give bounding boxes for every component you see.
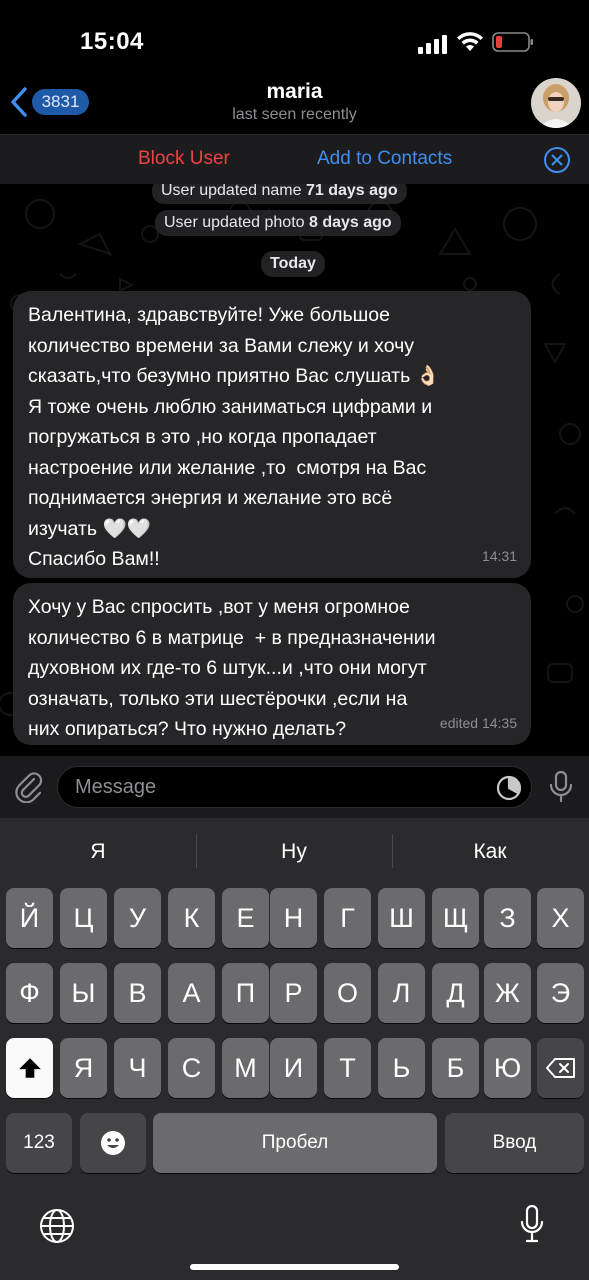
wifi-icon xyxy=(457,32,483,51)
message-bubble[interactable]: Хочу у Вас спросить ,вот у меня огромное… xyxy=(13,583,531,745)
backspace-icon xyxy=(545,1058,575,1078)
key[interactable]: Т xyxy=(324,1038,371,1098)
sticker-clock-icon[interactable] xyxy=(494,773,524,803)
key[interactable]: Я xyxy=(60,1038,107,1098)
backspace-key[interactable] xyxy=(537,1038,584,1098)
message-bubble[interactable]: Валентина, здравствуйте! Уже большое кол… xyxy=(13,291,531,578)
key[interactable]: Х xyxy=(537,888,584,948)
block-user-button[interactable]: Block User xyxy=(138,148,230,170)
status-time: 15:04 xyxy=(80,28,144,55)
chat-header: 3831 maria last seen recently xyxy=(0,72,589,134)
key[interactable]: С xyxy=(168,1038,215,1098)
key[interactable]: П xyxy=(222,963,269,1023)
add-to-contacts-button[interactable]: Add to Contacts xyxy=(317,148,452,170)
emoji-icon xyxy=(101,1131,125,1155)
message-input-bar: Message xyxy=(0,756,589,818)
key[interactable]: Е xyxy=(222,888,269,948)
key[interactable]: Ь xyxy=(378,1038,425,1098)
key[interactable]: Щ xyxy=(432,888,479,948)
service-message: User updated name 71 days ago xyxy=(152,184,407,204)
shift-key[interactable] xyxy=(6,1038,53,1098)
key[interactable]: Й xyxy=(6,888,53,948)
globe-icon[interactable] xyxy=(38,1207,76,1245)
key[interactable]: З xyxy=(484,888,531,948)
key[interactable]: Ж xyxy=(484,963,531,1023)
emoji-key[interactable] xyxy=(80,1113,146,1173)
suggestion-item[interactable]: Как xyxy=(392,840,588,864)
chat-title[interactable]: maria xyxy=(0,80,589,104)
key[interactable]: Ш xyxy=(378,888,425,948)
key[interactable]: Г xyxy=(324,888,371,948)
message-time: edited 14:35 xyxy=(439,714,517,731)
space-key[interactable]: Пробел xyxy=(153,1113,437,1173)
keyboard: Я Ну Как Й Ц У К Е Н Г Ш Щ З Х Ф Ы В А П… xyxy=(0,818,589,1280)
avatar[interactable] xyxy=(531,78,581,128)
shift-icon xyxy=(18,1058,41,1078)
return-key[interactable]: Ввод xyxy=(445,1113,584,1173)
status-bar: 15:04 xyxy=(0,0,589,78)
key[interactable]: К xyxy=(168,888,215,948)
service-message: User updated photo 8 days ago xyxy=(155,210,401,236)
paperclip-icon[interactable] xyxy=(13,771,45,803)
key[interactable]: Д xyxy=(432,963,479,1023)
key[interactable]: Н xyxy=(270,888,317,948)
key[interactable]: Ю xyxy=(484,1038,531,1098)
suggestion-item[interactable]: Я xyxy=(0,840,196,864)
key[interactable]: Э xyxy=(537,963,584,1023)
key[interactable]: Ц xyxy=(60,888,107,948)
message-text: Валентина, здравствуйте! Уже большое кол… xyxy=(28,304,440,570)
key[interactable]: Л xyxy=(378,963,425,1023)
suggestion-bar: Я Ну Как xyxy=(0,818,589,884)
key[interactable]: Б xyxy=(432,1038,479,1098)
dictation-microphone-icon[interactable] xyxy=(519,1204,545,1244)
key[interactable]: М xyxy=(222,1038,269,1098)
contact-action-bar: Block User Add to Contacts xyxy=(0,134,589,184)
battery-low-icon xyxy=(492,32,533,52)
close-circle-icon[interactable] xyxy=(543,146,571,174)
date-separator: Today xyxy=(261,251,325,277)
home-indicator xyxy=(190,1264,399,1270)
key[interactable]: В xyxy=(114,963,161,1023)
chat-area[interactable]: User updated name 71 days ago User updat… xyxy=(0,184,589,756)
key[interactable]: О xyxy=(324,963,371,1023)
numbers-key[interactable]: 123 xyxy=(6,1113,72,1173)
suggestion-item[interactable]: Ну xyxy=(196,840,392,864)
last-seen-status: last seen recently xyxy=(232,106,357,123)
microphone-icon[interactable] xyxy=(548,770,574,804)
key[interactable]: И xyxy=(270,1038,317,1098)
key[interactable]: Р xyxy=(270,963,317,1023)
message-time: 14:31 xyxy=(481,547,517,564)
key[interactable]: А xyxy=(168,963,215,1023)
key[interactable]: Ы xyxy=(60,963,107,1023)
cellular-signal-icon xyxy=(418,35,447,54)
message-input-placeholder: Message xyxy=(75,776,157,798)
message-input[interactable]: Message xyxy=(57,766,532,808)
key[interactable]: Ф xyxy=(6,963,53,1023)
key[interactable]: У xyxy=(114,888,161,948)
key[interactable]: Ч xyxy=(114,1038,161,1098)
